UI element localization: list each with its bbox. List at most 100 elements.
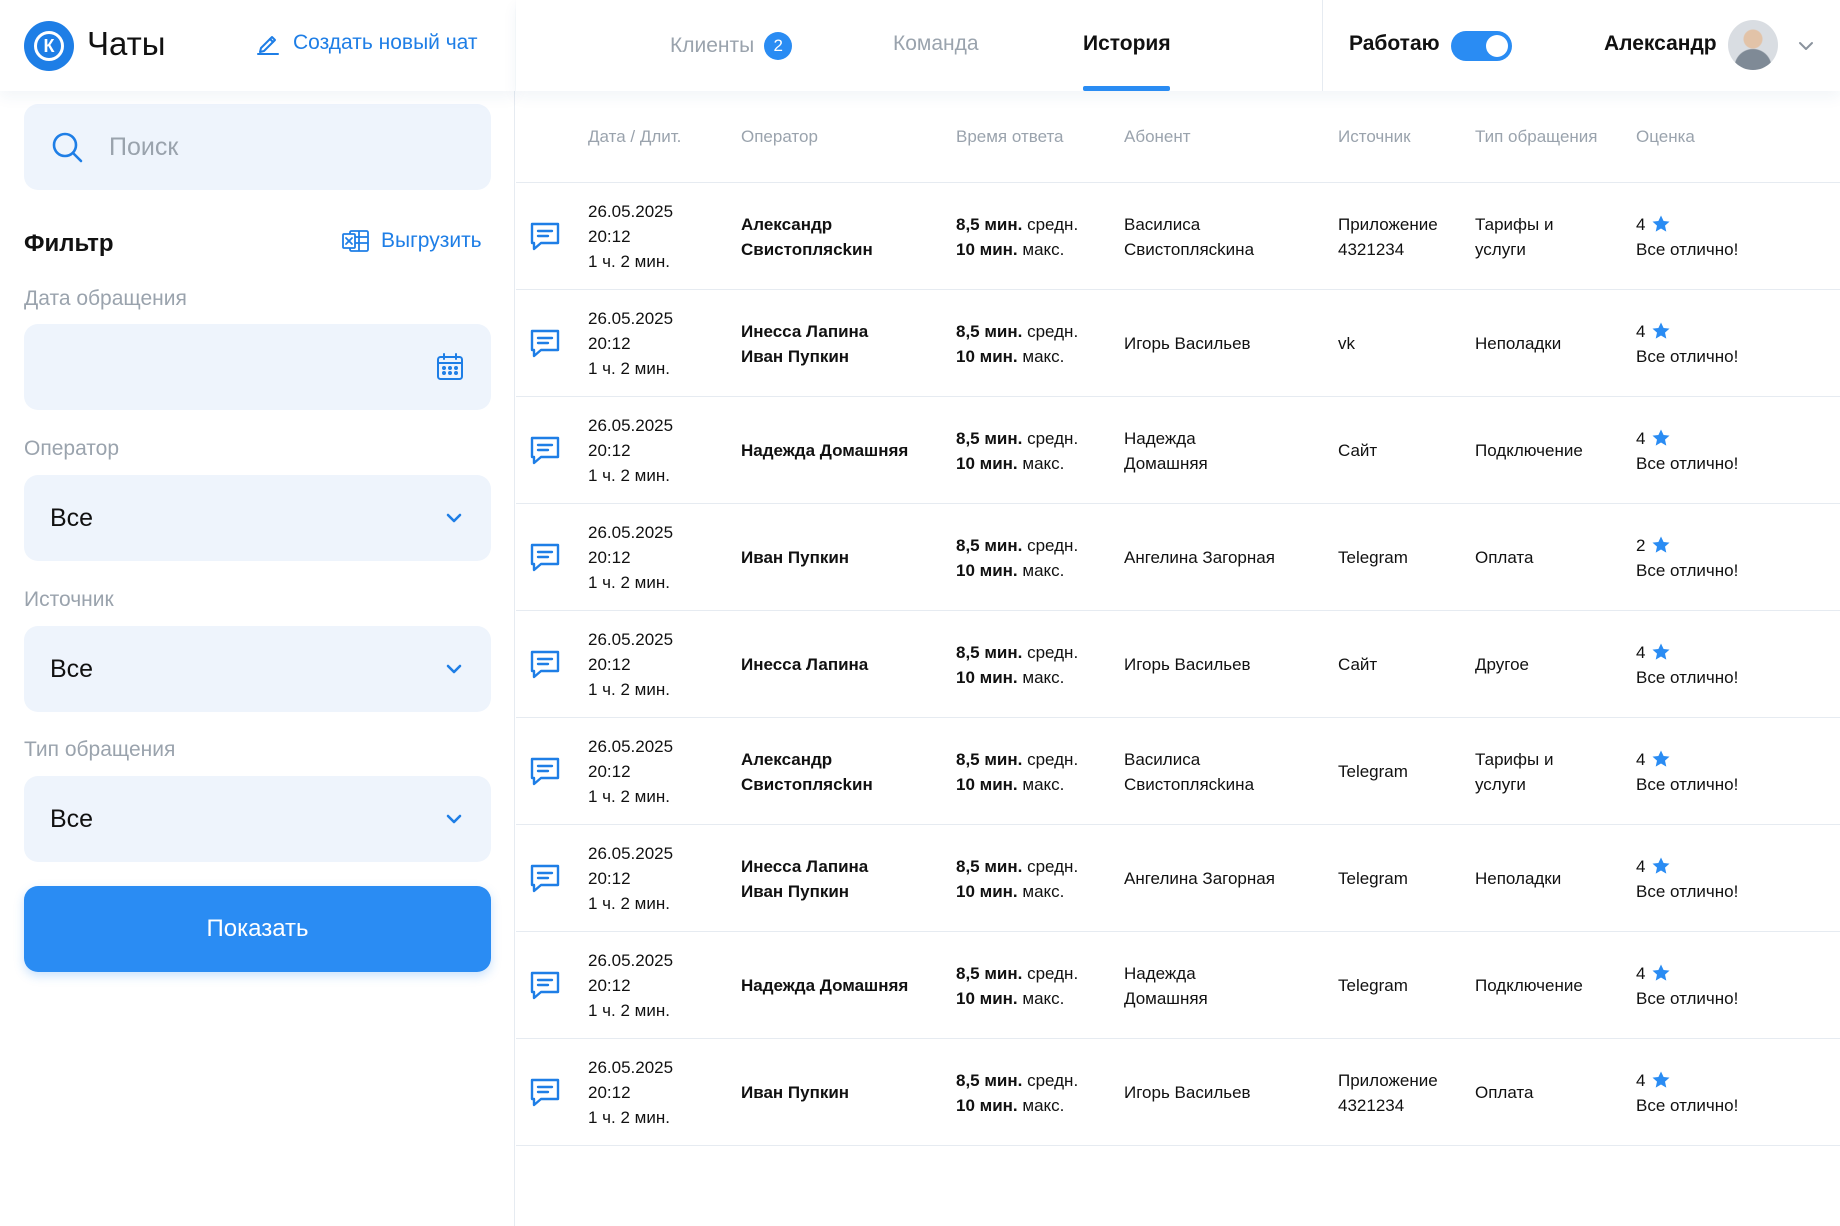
table-row[interactable]: 26.05.2025 20:12 1 ч. 2 мин. Инесса Лапи…: [516, 611, 1840, 718]
subscriber-line: Василиса: [1124, 214, 1201, 234]
column-header-subscriber[interactable]: Абонент: [1124, 127, 1191, 147]
table-row[interactable]: 26.05.2025 20:12 1 ч. 2 мин. Иван Пупкин…: [516, 1039, 1840, 1146]
show-button[interactable]: Показать: [24, 886, 491, 972]
tab-team[interactable]: Команда: [893, 32, 979, 56]
chat-icon[interactable]: [528, 1076, 562, 1108]
excel-icon: [342, 230, 369, 252]
column-header-date[interactable]: Дата / Длит.: [588, 127, 681, 147]
search-field[interactable]: [24, 104, 491, 190]
new-chat-button[interactable]: Создать новый чат: [255, 30, 478, 56]
column-header-rating[interactable]: Оценка: [1636, 127, 1695, 147]
rating-value: 4: [1636, 963, 1646, 983]
column-header-response-time[interactable]: Время ответа: [956, 127, 1064, 147]
subscriber-cell: Игорь Васильев: [1124, 611, 1251, 718]
time-value: 20:12: [588, 655, 631, 674]
toggle-knob: [1486, 35, 1508, 57]
rating-value: 4: [1636, 749, 1646, 769]
response-avg-value: 8,5 мин.: [956, 856, 1023, 876]
response-time-cell: 8,5 мин. средн. 10 мин. макс.: [956, 504, 1078, 611]
chat-icon[interactable]: [528, 862, 562, 894]
type-select[interactable]: Все: [24, 776, 491, 862]
subscriber-cell: Ангелина Загорная: [1124, 825, 1275, 932]
response-avg-label: средн.: [1022, 749, 1079, 769]
tab-clients[interactable]: Клиенты 2: [670, 32, 793, 60]
chat-icon[interactable]: [528, 648, 562, 680]
operator-select[interactable]: Все: [24, 475, 491, 561]
response-avg: 8,5 мин. средн.: [956, 747, 1078, 772]
type-line: услуги: [1475, 774, 1526, 794]
table-row[interactable]: 26.05.2025 20:12 1 ч. 2 мин. Инесса Лапи…: [516, 825, 1840, 932]
avatar[interactable]: [1728, 20, 1778, 70]
rating-comment: Все отлично!: [1636, 667, 1739, 687]
source-select[interactable]: Все: [24, 626, 491, 712]
type-label: Тип обращения: [24, 738, 176, 761]
table-row[interactable]: 26.05.2025 20:12 1 ч. 2 мин. Надежда Дом…: [516, 397, 1840, 504]
response-avg: 8,5 мин. средн.: [956, 319, 1078, 344]
chat-icon[interactable]: [528, 541, 562, 573]
source-line: Сайт: [1338, 441, 1378, 460]
column-header-operator[interactable]: Оператор: [741, 127, 818, 147]
source-line: Приложение: [1338, 214, 1438, 234]
response-avg-value: 8,5 мин.: [956, 428, 1023, 448]
app-logo[interactable]: К: [24, 21, 74, 71]
date-value: 26.05.2025: [588, 416, 674, 435]
star-icon: [1652, 1071, 1670, 1088]
table-body: 26.05.2025 20:12 1 ч. 2 мин. Александр Св…: [516, 183, 1840, 1146]
chat-icon[interactable]: [528, 755, 562, 787]
response-time-cell: 8,5 мин. средн. 10 мин. макс.: [956, 718, 1078, 825]
subscriber-cell: Игорь Васильев: [1124, 1039, 1251, 1146]
operator-line: Инесса Лапина: [741, 655, 869, 674]
date-field[interactable]: [24, 324, 491, 410]
export-button[interactable]: Выгрузить: [342, 229, 482, 253]
response-time-cell: 8,5 мин. средн. 10 мин. макс.: [956, 1039, 1078, 1146]
response-max-label: макс.: [1017, 774, 1065, 794]
new-chat-label: Создать новый чат: [293, 31, 478, 54]
duration-value: 1 ч. 2 мин.: [588, 787, 670, 806]
response-max-value: 10 мин.: [956, 881, 1018, 901]
table-row[interactable]: 26.05.2025 20:12 1 ч. 2 мин. Александр Св…: [516, 718, 1840, 825]
chat-icon[interactable]: [528, 327, 562, 359]
response-max-label: макс.: [1017, 881, 1065, 901]
search-input[interactable]: [109, 132, 449, 162]
response-max-value: 10 мин.: [956, 239, 1018, 259]
history-table: Дата / Длит. Оператор Время ответа Абоне…: [516, 91, 1840, 1146]
type-cell: Тарифы и услуги: [1475, 718, 1553, 825]
source-cell: Telegram: [1338, 932, 1408, 1039]
operator-line: Иван Пупкин: [741, 548, 850, 567]
response-avg-label: средн.: [1022, 535, 1079, 555]
type-line: Другое: [1475, 655, 1530, 674]
table-row[interactable]: 26.05.2025 20:12 1 ч. 2 мин. Инесса Лапи…: [516, 290, 1840, 397]
rating: 2: [1636, 533, 1738, 558]
date-value: 26.05.2025: [588, 630, 674, 649]
subscriber-line: Ангелина Загорная: [1124, 548, 1275, 567]
response-time-cell: 8,5 мин. средн. 10 мин. макс.: [956, 825, 1078, 932]
chevron-down-icon[interactable]: [1796, 36, 1816, 56]
duration-value: 1 ч. 2 мин.: [588, 1001, 670, 1020]
status-toggle[interactable]: [1451, 31, 1512, 61]
response-avg: 8,5 мин. средн.: [956, 640, 1078, 665]
response-max-label: макс.: [1017, 560, 1065, 580]
response-avg-value: 8,5 мин.: [956, 749, 1023, 769]
type-line: Оплата: [1475, 1083, 1534, 1102]
column-header-source[interactable]: Источник: [1338, 127, 1411, 147]
column-header-type[interactable]: Тип обращения: [1475, 127, 1598, 147]
response-max-label: макс.: [1017, 346, 1065, 366]
subscriber-cell: Василиса Свистоплясkина: [1124, 183, 1254, 290]
table-row[interactable]: 26.05.2025 20:12 1 ч. 2 мин. Иван Пупкин…: [516, 504, 1840, 611]
table-row[interactable]: 26.05.2025 20:12 1 ч. 2 мин. Александр Св…: [516, 183, 1840, 290]
tab-history[interactable]: История: [1083, 32, 1171, 56]
chat-icon[interactable]: [528, 434, 562, 466]
date-cell: 26.05.2025 20:12 1 ч. 2 мин.: [588, 718, 673, 825]
chevron-down-icon: [446, 664, 462, 674]
rating-cell: 2 Все отлично!: [1636, 504, 1738, 611]
type-line: услуги: [1475, 239, 1526, 259]
time-value: 20:12: [588, 976, 631, 995]
chat-icon[interactable]: [528, 969, 562, 1001]
table-row[interactable]: 26.05.2025 20:12 1 ч. 2 мин. Надежда Дом…: [516, 932, 1840, 1039]
operator-line: Иван Пупкин: [741, 881, 850, 901]
response-time-cell: 8,5 мин. средн. 10 мин. макс.: [956, 290, 1078, 397]
user-name[interactable]: Александр: [1604, 32, 1717, 56]
chat-icon[interactable]: [528, 220, 562, 252]
star-icon: [1652, 215, 1670, 232]
source-line: Telegram: [1338, 976, 1408, 995]
